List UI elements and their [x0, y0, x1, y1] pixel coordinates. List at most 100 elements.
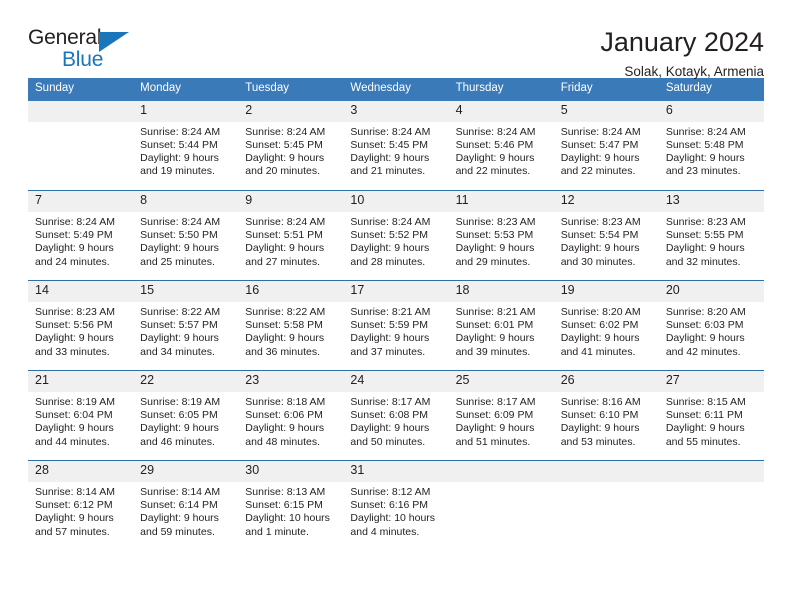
calendar-day-cell[interactable]: 17 Sunrise: 8:21 AM Sunset: 5:59 PM Dayligh… — [343, 280, 449, 371]
day-number: 30 — [238, 461, 344, 482]
daylight-duration-line2: and 41 minutes. — [560, 345, 636, 358]
calendar-day-cell[interactable]: 30 Sunrise: 8:13 AM Sunset: 6:15 PM Dayligh… — [238, 460, 344, 551]
calendar-day-cell[interactable]: 2 Sunrise: 8:24 AM Sunset: 5:45 PM Daylight… — [238, 100, 344, 191]
location-subtitle: Solak, Kotayk, Armenia — [624, 63, 764, 79]
day-details: Sunrise: 8:15 AM Sunset: 6:11 PM Daylight:… — [659, 392, 764, 449]
sunrise-time: Sunrise: 8:12 AM — [350, 486, 431, 498]
day-number: 23 — [238, 371, 344, 392]
sunset-time: Sunset: 6:06 PM — [245, 409, 323, 422]
daylight-duration-line2: and 1 minute. — [245, 525, 309, 538]
calendar-day-cell[interactable]: 23 Sunrise: 8:18 AM Sunset: 6:06 PM Dayligh… — [238, 370, 344, 461]
sunset-time: Sunset: 5:51 PM — [245, 229, 323, 242]
daylight-duration-line2: and 29 minutes. — [455, 255, 531, 268]
calendar-day-cell[interactable]: 9 Sunrise: 8:24 AM Sunset: 5:51 PM Daylight… — [238, 190, 344, 281]
sunrise-time: Sunrise: 8:23 AM — [35, 306, 115, 318]
daylight-duration-line2: and 53 minutes. — [560, 435, 636, 448]
day-number — [553, 461, 659, 482]
day-details: Sunrise: 8:18 AM Sunset: 6:06 PM Daylight:… — [238, 392, 343, 449]
daylight-duration-line2: and 25 minutes. — [140, 255, 215, 268]
calendar-day-cell[interactable]: 3 Sunrise: 8:24 AM Sunset: 5:45 PM Daylight… — [343, 100, 449, 191]
calendar-day-cell[interactable]: 19 Sunrise: 8:20 AM Sunset: 6:02 PM Dayligh… — [553, 280, 659, 371]
day-number: 22 — [133, 371, 239, 392]
day-number: 20 — [658, 281, 764, 302]
calendar-day-cell[interactable]: 24 Sunrise: 8:17 AM Sunset: 6:08 PM Dayligh… — [343, 370, 449, 461]
calendar-day-cell[interactable]: 22 Sunrise: 8:19 AM Sunset: 6:05 PM Dayligh… — [133, 370, 239, 461]
daylight-duration-line1: Daylight: 9 hours — [350, 151, 430, 164]
calendar-day-cell[interactable]: 12 Sunrise: 8:23 AM Sunset: 5:54 PM Dayligh… — [553, 190, 659, 281]
day-details: Sunrise: 8:24 AM Sunset: 5:49 PM Daylight:… — [28, 212, 133, 269]
day-number: 7 — [28, 191, 134, 212]
sunrise-time: Sunrise: 8:17 AM — [455, 396, 536, 408]
calendar-day-cell[interactable]: 27 Sunrise: 8:15 AM Sunset: 6:11 PM Dayligh… — [658, 370, 764, 461]
calendar-day-cell[interactable]: 29 Sunrise: 8:14 AM Sunset: 6:14 PM Dayligh… — [133, 460, 239, 551]
sunrise-time: Sunrise: 8:21 AM — [350, 306, 431, 318]
sunrise-time: Sunrise: 8:24 AM — [665, 125, 746, 138]
daylight-duration-line2: and 28 minutes. — [350, 255, 426, 268]
calendar-week-row: 1 Sunrise: 8:24 AM Sunset: 5:44 PM Daylight… — [28, 100, 764, 191]
sunrise-time: Sunrise: 8:18 AM — [245, 396, 326, 408]
calendar-day-cell[interactable]: 20 Sunrise: 8:20 AM Sunset: 6:03 PM Dayligh… — [658, 280, 764, 371]
calendar-day-cell[interactable]: 31 Sunrise: 8:12 AM Sunset: 6:16 PM Dayligh… — [343, 460, 449, 551]
daylight-duration-line2: and 32 minutes. — [665, 255, 741, 268]
day-number — [448, 461, 554, 482]
calendar-day-cell[interactable]: 18 Sunrise: 8:21 AM Sunset: 6:01 PM Dayligh… — [448, 280, 554, 371]
sunrise-time: Sunrise: 8:13 AM — [245, 486, 326, 498]
sunrise-time: Sunrise: 8:20 AM — [665, 306, 746, 318]
day-details: Sunrise: 8:20 AM Sunset: 6:02 PM Daylight:… — [554, 302, 659, 359]
day-number: 4 — [448, 100, 554, 122]
sunset-time: Sunset: 6:04 PM — [35, 409, 113, 422]
calendar-day-cell[interactable]: 8 Sunrise: 8:24 AM Sunset: 5:50 PM Daylight… — [133, 190, 239, 281]
weekday-header-monday: Monday — [133, 78, 239, 101]
calendar-day-cell[interactable]: 15 Sunrise: 8:22 AM Sunset: 5:57 PM Dayligh… — [133, 280, 239, 371]
day-number: 11 — [448, 191, 554, 212]
day-details: Sunrise: 8:23 AM Sunset: 5:55 PM Daylight:… — [659, 212, 764, 269]
calendar-week-row: 7 Sunrise: 8:24 AM Sunset: 5:49 PM Daylight… — [28, 190, 764, 281]
calendar-day-cell[interactable]: 21 Sunrise: 8:19 AM Sunset: 6:04 PM Dayligh… — [28, 370, 134, 461]
calendar-day-cell[interactable]: 7 Sunrise: 8:24 AM Sunset: 5:49 PM Daylight… — [28, 190, 134, 281]
calendar-day-cell[interactable]: 1 Sunrise: 8:24 AM Sunset: 5:44 PM Daylight… — [133, 100, 239, 191]
daylight-duration-line1: Daylight: 9 hours — [245, 332, 325, 345]
sunrise-time: Sunrise: 8:24 AM — [140, 216, 221, 228]
day-number — [28, 100, 134, 122]
calendar-day-cell[interactable]: 4 Sunrise: 8:24 AM Sunset: 5:46 PM Daylight… — [448, 100, 554, 191]
sunset-time: Sunset: 6:02 PM — [560, 319, 639, 332]
daylight-duration-line2: and 33 minutes. — [35, 345, 110, 358]
calendar-header-row-group: Sunday Monday Tuesday Wednesday Thursday… — [28, 78, 764, 101]
calendar-day-cell[interactable]: 25 Sunrise: 8:17 AM Sunset: 6:09 PM Dayligh… — [448, 370, 554, 461]
calendar-day-cell[interactable]: 11 Sunrise: 8:23 AM Sunset: 5:53 PM Dayligh… — [448, 190, 554, 281]
weekday-header-row: Sunday Monday Tuesday Wednesday Thursday… — [28, 78, 764, 101]
calendar-day-cell[interactable]: 28 Sunrise: 8:14 AM Sunset: 6:12 PM Dayligh… — [28, 460, 134, 551]
daylight-duration-line2: and 46 minutes. — [140, 435, 215, 448]
daylight-duration-line2: and 24 minutes. — [35, 255, 110, 268]
day-details: Sunrise: 8:24 AM Sunset: 5:48 PM Daylight:… — [659, 122, 764, 179]
daylight-duration-line1: Daylight: 9 hours — [665, 332, 745, 345]
weekday-header-sunday: Sunday — [28, 78, 134, 101]
daylight-duration-line2: and 44 minutes. — [35, 435, 110, 448]
general-blue-logo[interactable]: General Blue — [28, 26, 148, 78]
weekday-header-saturday: Saturday — [658, 78, 764, 101]
calendar-day-cell-empty — [658, 460, 764, 551]
calendar-page: General Blue January 2024 Solak, Kotayk,… — [0, 0, 792, 612]
calendar-body: 1 Sunrise: 8:24 AM Sunset: 5:44 PM Daylight… — [28, 100, 764, 551]
sunset-time: Sunset: 5:45 PM — [350, 138, 429, 151]
calendar-day-cell[interactable]: 10 Sunrise: 8:24 AM Sunset: 5:52 PM Dayligh… — [343, 190, 449, 281]
calendar-day-cell[interactable]: 5 Sunrise: 8:24 AM Sunset: 5:47 PM Daylight… — [553, 100, 659, 191]
day-number: 15 — [133, 281, 239, 302]
daylight-duration-line1: Daylight: 9 hours — [560, 422, 640, 435]
calendar-day-cell-empty — [448, 460, 554, 551]
day-details: Sunrise: 8:14 AM Sunset: 6:14 PM Daylight:… — [133, 482, 238, 539]
sunset-time: Sunset: 5:44 PM — [140, 138, 218, 151]
calendar-day-cell[interactable]: 14 Sunrise: 8:23 AM Sunset: 5:56 PM Dayligh… — [28, 280, 134, 371]
sunrise-time: Sunrise: 8:24 AM — [350, 216, 431, 228]
calendar-day-cell[interactable]: 26 Sunrise: 8:16 AM Sunset: 6:10 PM Dayligh… — [553, 370, 659, 461]
sunset-time: Sunset: 6:01 PM — [455, 319, 534, 332]
calendar-day-cell[interactable]: 6 Sunrise: 8:24 AM Sunset: 5:48 PM Daylight… — [658, 100, 764, 191]
calendar-day-cell-empty — [553, 460, 659, 551]
calendar-day-cell[interactable]: 16 Sunrise: 8:22 AM Sunset: 5:58 PM Dayligh… — [238, 280, 344, 371]
calendar-day-cell[interactable]: 13 Sunrise: 8:23 AM Sunset: 5:55 PM Dayligh… — [658, 190, 764, 281]
daylight-duration-line1: Daylight: 9 hours — [245, 151, 325, 164]
daylight-duration-line2: and 30 minutes. — [560, 255, 636, 268]
daylight-duration-line1: Daylight: 9 hours — [35, 512, 114, 525]
daylight-duration-line1: Daylight: 9 hours — [140, 512, 219, 525]
daylight-duration-line1: Daylight: 10 hours — [350, 512, 436, 525]
